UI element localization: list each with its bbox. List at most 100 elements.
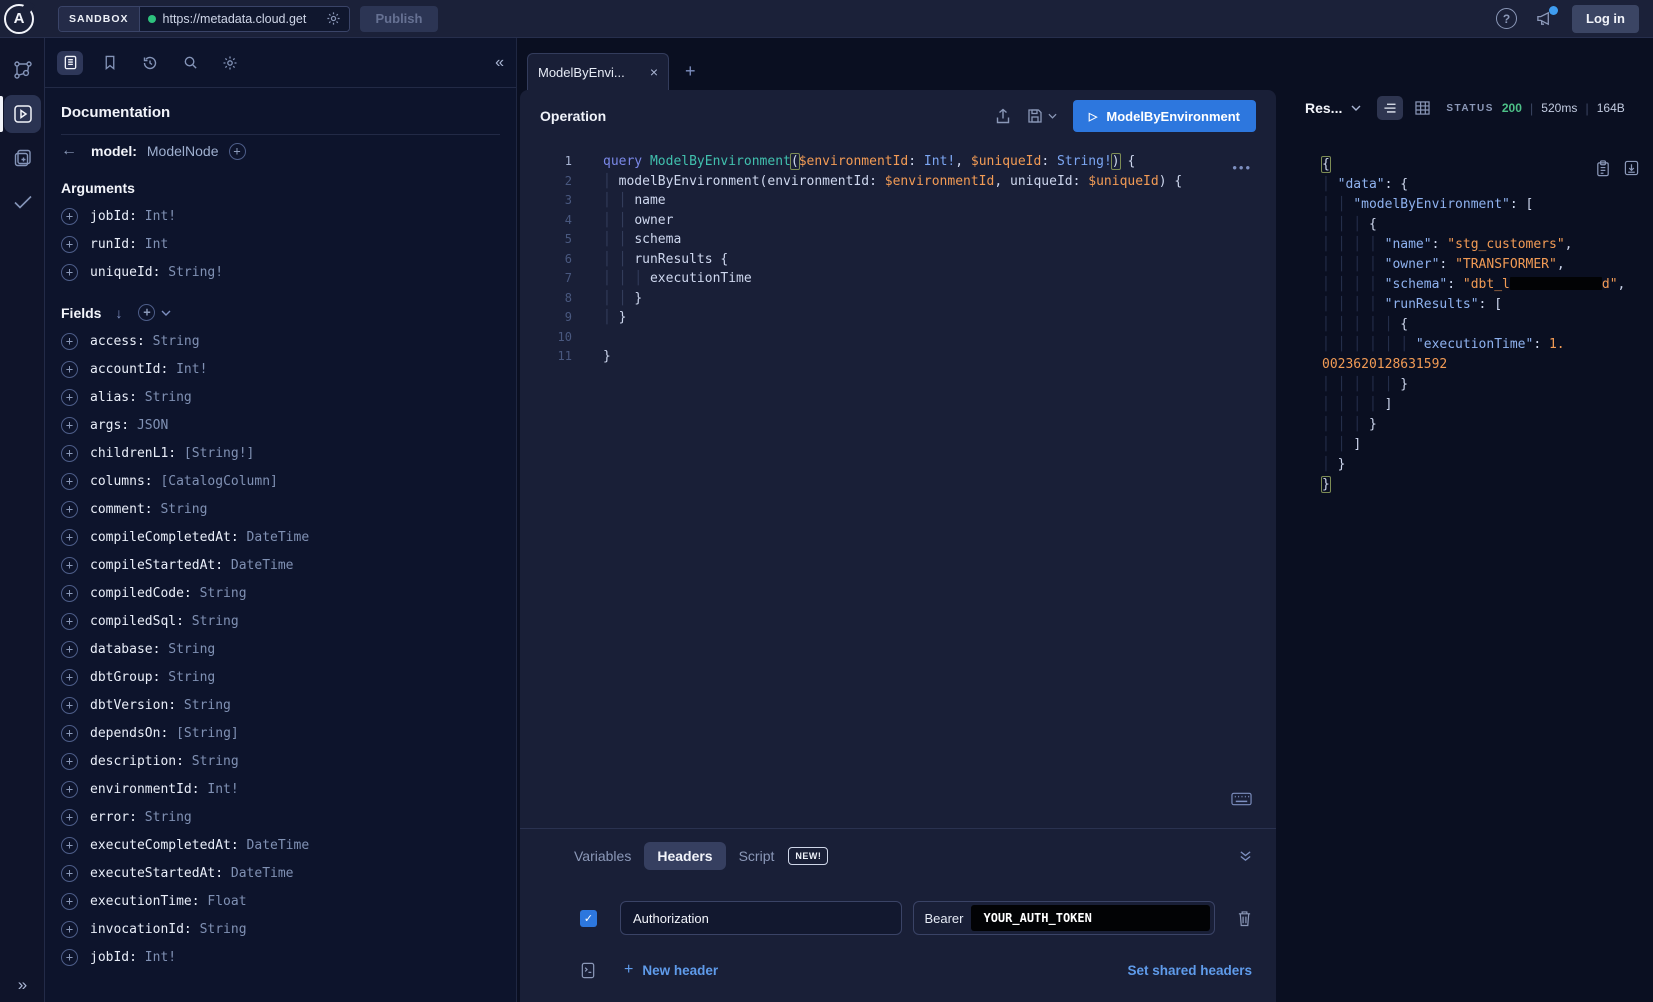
chevron-down-icon[interactable] (161, 310, 171, 316)
add-to-query-icon[interactable]: + (61, 361, 78, 378)
add-to-query-icon[interactable]: + (61, 473, 78, 490)
code-line[interactable]: 10 (520, 328, 1276, 348)
field-row[interactable]: +invocationId: String (61, 915, 500, 943)
operation-tab[interactable]: ModelByEnvi... × (527, 53, 669, 90)
field-row[interactable]: +compileStartedAt: DateTime (61, 551, 500, 579)
save-dropdown-chevron-icon[interactable] (1048, 113, 1057, 119)
help-icon[interactable]: ? (1496, 8, 1517, 29)
bookmarks-icon[interactable] (97, 51, 123, 75)
add-type-icon[interactable]: + (229, 143, 246, 160)
header-enabled-checkbox[interactable]: ✓ (580, 910, 597, 927)
tab-headers[interactable]: Headers (644, 842, 725, 870)
add-to-query-icon[interactable]: + (61, 264, 78, 281)
code-line[interactable]: 1query ModelByEnvironment($environmentId… (520, 152, 1276, 172)
field-type[interactable]: String (192, 586, 247, 601)
field-type[interactable]: String (184, 614, 239, 629)
field-type[interactable]: String (160, 642, 215, 657)
field-type[interactable]: [String!] (176, 446, 254, 461)
field-type[interactable]: DateTime (223, 558, 293, 573)
field-type[interactable]: Int! (200, 782, 239, 797)
new-header-button[interactable]: + New header (624, 961, 718, 979)
add-to-query-icon[interactable]: + (61, 389, 78, 406)
field-type[interactable]: Int! (137, 950, 176, 965)
code-line[interactable]: 11} (520, 347, 1276, 367)
response-json[interactable]: {│ "data": {│ │ "modelByEnvironment": [│… (1322, 155, 1647, 495)
add-to-query-icon[interactable]: + (61, 669, 78, 686)
field-type[interactable]: DateTime (239, 838, 309, 853)
field-type[interactable]: Int! (168, 362, 207, 377)
code-line[interactable]: 7│ │ │ executionTime (520, 269, 1276, 289)
field-row[interactable]: +columns: [CatalogColumn] (61, 467, 500, 495)
add-to-query-icon[interactable]: + (61, 865, 78, 882)
table-view-icon[interactable] (1415, 101, 1430, 115)
field-type[interactable]: Float (200, 894, 247, 909)
keyboard-shortcuts-icon[interactable] (1231, 792, 1252, 806)
endpoint-settings-gear-icon[interactable] (326, 11, 341, 26)
add-to-query-icon[interactable]: + (61, 417, 78, 434)
add-to-query-icon[interactable]: + (61, 837, 78, 854)
collapse-panel-icon[interactable] (1239, 850, 1252, 862)
add-to-query-icon[interactable]: + (61, 641, 78, 658)
field-type[interactable]: String! (160, 265, 223, 280)
login-button[interactable]: Log in (1572, 5, 1639, 33)
argument-row[interactable]: +uniqueId: String! (61, 258, 500, 286)
add-all-fields-icon[interactable]: + (138, 304, 155, 321)
add-to-query-icon[interactable]: + (61, 921, 78, 938)
add-to-query-icon[interactable]: + (61, 893, 78, 910)
field-row[interactable]: +access: String (61, 327, 500, 355)
field-row[interactable]: +compiledCode: String (61, 579, 500, 607)
field-type[interactable]: [String] (168, 726, 238, 741)
settings-gear-icon[interactable] (217, 51, 243, 75)
auth-token-value[interactable]: YOUR_AUTH_TOKEN (971, 905, 1210, 931)
field-type[interactable]: String (137, 390, 192, 405)
field-type[interactable]: String (153, 502, 208, 517)
add-to-query-icon[interactable]: + (61, 445, 78, 462)
collapse-doc-panel-icon[interactable]: « (495, 54, 504, 72)
response-dropdown[interactable]: Res... (1305, 100, 1342, 116)
endpoint-url-input[interactable]: https://metadata.cloud.get (139, 7, 349, 31)
documentation-tab-icon[interactable] (57, 51, 83, 75)
formatted-view-icon[interactable] (1377, 96, 1403, 120)
add-to-query-icon[interactable]: + (61, 613, 78, 630)
field-type[interactable]: Int (137, 237, 168, 252)
search-icon[interactable] (177, 51, 203, 75)
breadcrumb-type[interactable]: ModelNode (147, 143, 219, 159)
code-line[interactable]: 9│ } (520, 308, 1276, 328)
field-type[interactable]: Int! (137, 209, 176, 224)
code-line[interactable]: 6│ │ runResults { (520, 250, 1276, 270)
query-editor[interactable]: 1query ModelByEnvironment($environmentId… (520, 152, 1276, 367)
field-type[interactable]: String (192, 922, 247, 937)
field-row[interactable]: +compiledSql: String (61, 607, 500, 635)
argument-row[interactable]: +runId: Int (61, 230, 500, 258)
announcements-icon[interactable] (1535, 10, 1554, 27)
field-type[interactable]: [CatalogColumn] (153, 474, 278, 489)
add-to-query-icon[interactable]: + (61, 697, 78, 714)
code-line[interactable]: 3│ │ name (520, 191, 1276, 211)
header-key-input[interactable]: Authorization (620, 901, 902, 935)
field-type[interactable]: String (160, 670, 215, 685)
run-operation-button[interactable]: ▷ ModelByEnvironment (1073, 100, 1256, 132)
tab-script[interactable]: Script (739, 848, 775, 864)
explorer-icon[interactable] (0, 92, 45, 136)
collections-icon[interactable] (0, 136, 45, 180)
field-type[interactable]: JSON (129, 418, 168, 433)
field-row[interactable]: +childrenL1: [String!] (61, 439, 500, 467)
add-to-query-icon[interactable]: + (61, 725, 78, 742)
back-arrow-icon[interactable]: ← (61, 142, 81, 160)
field-type[interactable]: DateTime (239, 530, 309, 545)
delete-header-icon[interactable] (1237, 910, 1252, 927)
add-to-query-icon[interactable]: + (61, 208, 78, 225)
add-to-query-icon[interactable]: + (61, 333, 78, 350)
new-tab-icon[interactable]: + (685, 61, 696, 82)
add-to-query-icon[interactable]: + (61, 529, 78, 546)
field-row[interactable]: +jobId: Int! (61, 943, 500, 971)
history-icon[interactable] (137, 51, 163, 75)
add-to-query-icon[interactable]: + (61, 809, 78, 826)
code-line[interactable]: 5│ │ schema (520, 230, 1276, 250)
field-row[interactable]: +database: String (61, 635, 500, 663)
save-icon[interactable] (1027, 108, 1043, 124)
code-line[interactable]: 2│ modelByEnvironment(environmentId: $en… (520, 172, 1276, 192)
checks-icon[interactable] (0, 180, 45, 224)
field-row[interactable]: +compileCompletedAt: DateTime (61, 523, 500, 551)
tab-variables[interactable]: Variables (574, 848, 631, 864)
